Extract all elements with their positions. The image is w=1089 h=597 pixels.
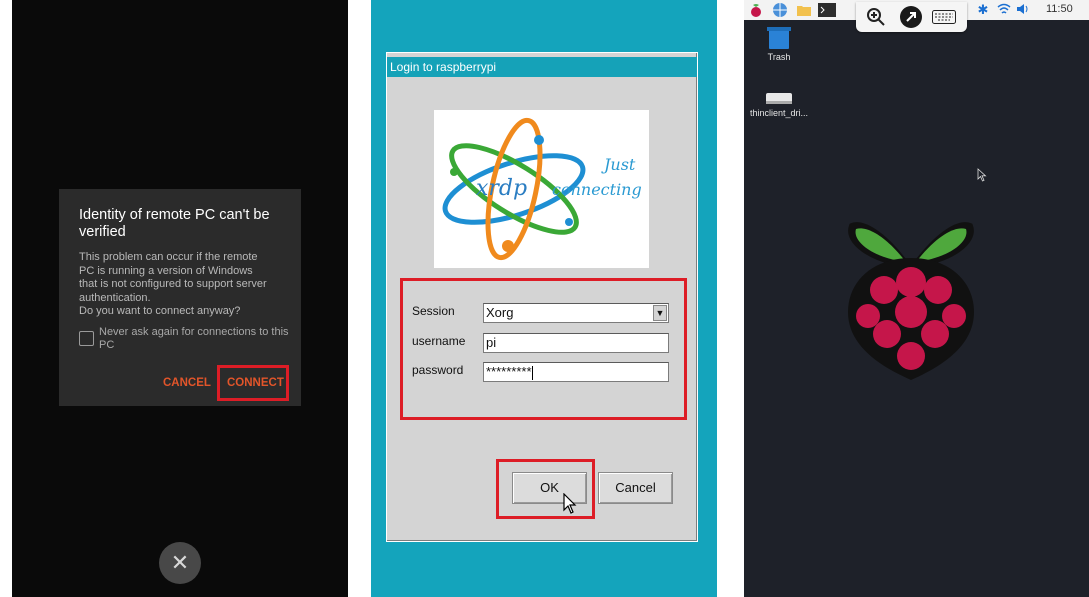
xrdp-login-screen: Login to raspberrypi xrdp Just connectin…: [371, 0, 717, 597]
window-title: Login to raspberrypi: [387, 57, 697, 77]
cancel-button[interactable]: Cancel: [598, 472, 673, 504]
bluetooth-icon[interactable]: ✱: [975, 2, 991, 18]
raspberry-pi-desktop: ✱ 11:50 Trash thinclient_dri...: [744, 0, 1089, 597]
web-browser-icon[interactable]: [772, 2, 788, 18]
dialog-message-line: authentication.: [79, 291, 151, 304]
close-icon[interactable]: ✕: [159, 542, 201, 584]
raspberry-menu-icon[interactable]: [748, 2, 764, 18]
credentials-highlight-box: [400, 278, 687, 420]
folder-icon[interactable]: [796, 2, 812, 18]
android-rdp-screen: Identity of remote PC can't be verified …: [12, 0, 348, 597]
keyboard-icon[interactable]: [932, 10, 956, 29]
remote-icon[interactable]: [900, 6, 922, 28]
logo-text: xrdp: [476, 176, 528, 201]
cancel-button[interactable]: CANCEL: [163, 377, 211, 389]
drive-icon: [766, 93, 792, 104]
dialog-message-line: Do you want to connect anyway?: [79, 305, 241, 317]
ok-highlight-box: [496, 459, 595, 519]
never-ask-checkbox[interactable]: [79, 331, 94, 346]
clock: 11:50: [1046, 3, 1073, 15]
zoom-icon[interactable]: [866, 7, 886, 32]
dialog-message: This problem can occur if the remote PC …: [79, 251, 294, 319]
logo-tagline-1: Just: [604, 155, 636, 174]
volume-icon[interactable]: [1016, 2, 1032, 18]
wifi-icon[interactable]: [996, 2, 1012, 18]
dialog-message-line: This problem can occur if the remote: [79, 251, 258, 263]
connect-highlight-box: [217, 365, 289, 401]
logo-tagline-2: connecting: [552, 180, 642, 199]
drive-label: thinclient_dri...: [749, 108, 809, 118]
trash-desktop-icon[interactable]: Trash: [749, 26, 809, 62]
raspberry-pi-logo-icon: [848, 222, 974, 380]
terminal-icon[interactable]: [818, 2, 836, 18]
trash-icon: [767, 27, 791, 49]
trash-label: Trash: [767, 52, 791, 62]
dialog-message-line: PC is running a version of Windows: [79, 264, 253, 277]
never-ask-label[interactable]: Never ask again for connections to this …: [99, 326, 294, 352]
dialog-title: Identity of remote PC can't be verified: [79, 207, 270, 240]
remote-toolbar: [856, 2, 967, 32]
dialog-message-line: that is not configured to support server: [79, 278, 267, 290]
drive-desktop-icon[interactable]: thinclient_dri...: [749, 90, 809, 118]
xrdp-logo: xrdp Just connecting: [434, 110, 649, 268]
mouse-pointer-icon: [977, 168, 987, 182]
